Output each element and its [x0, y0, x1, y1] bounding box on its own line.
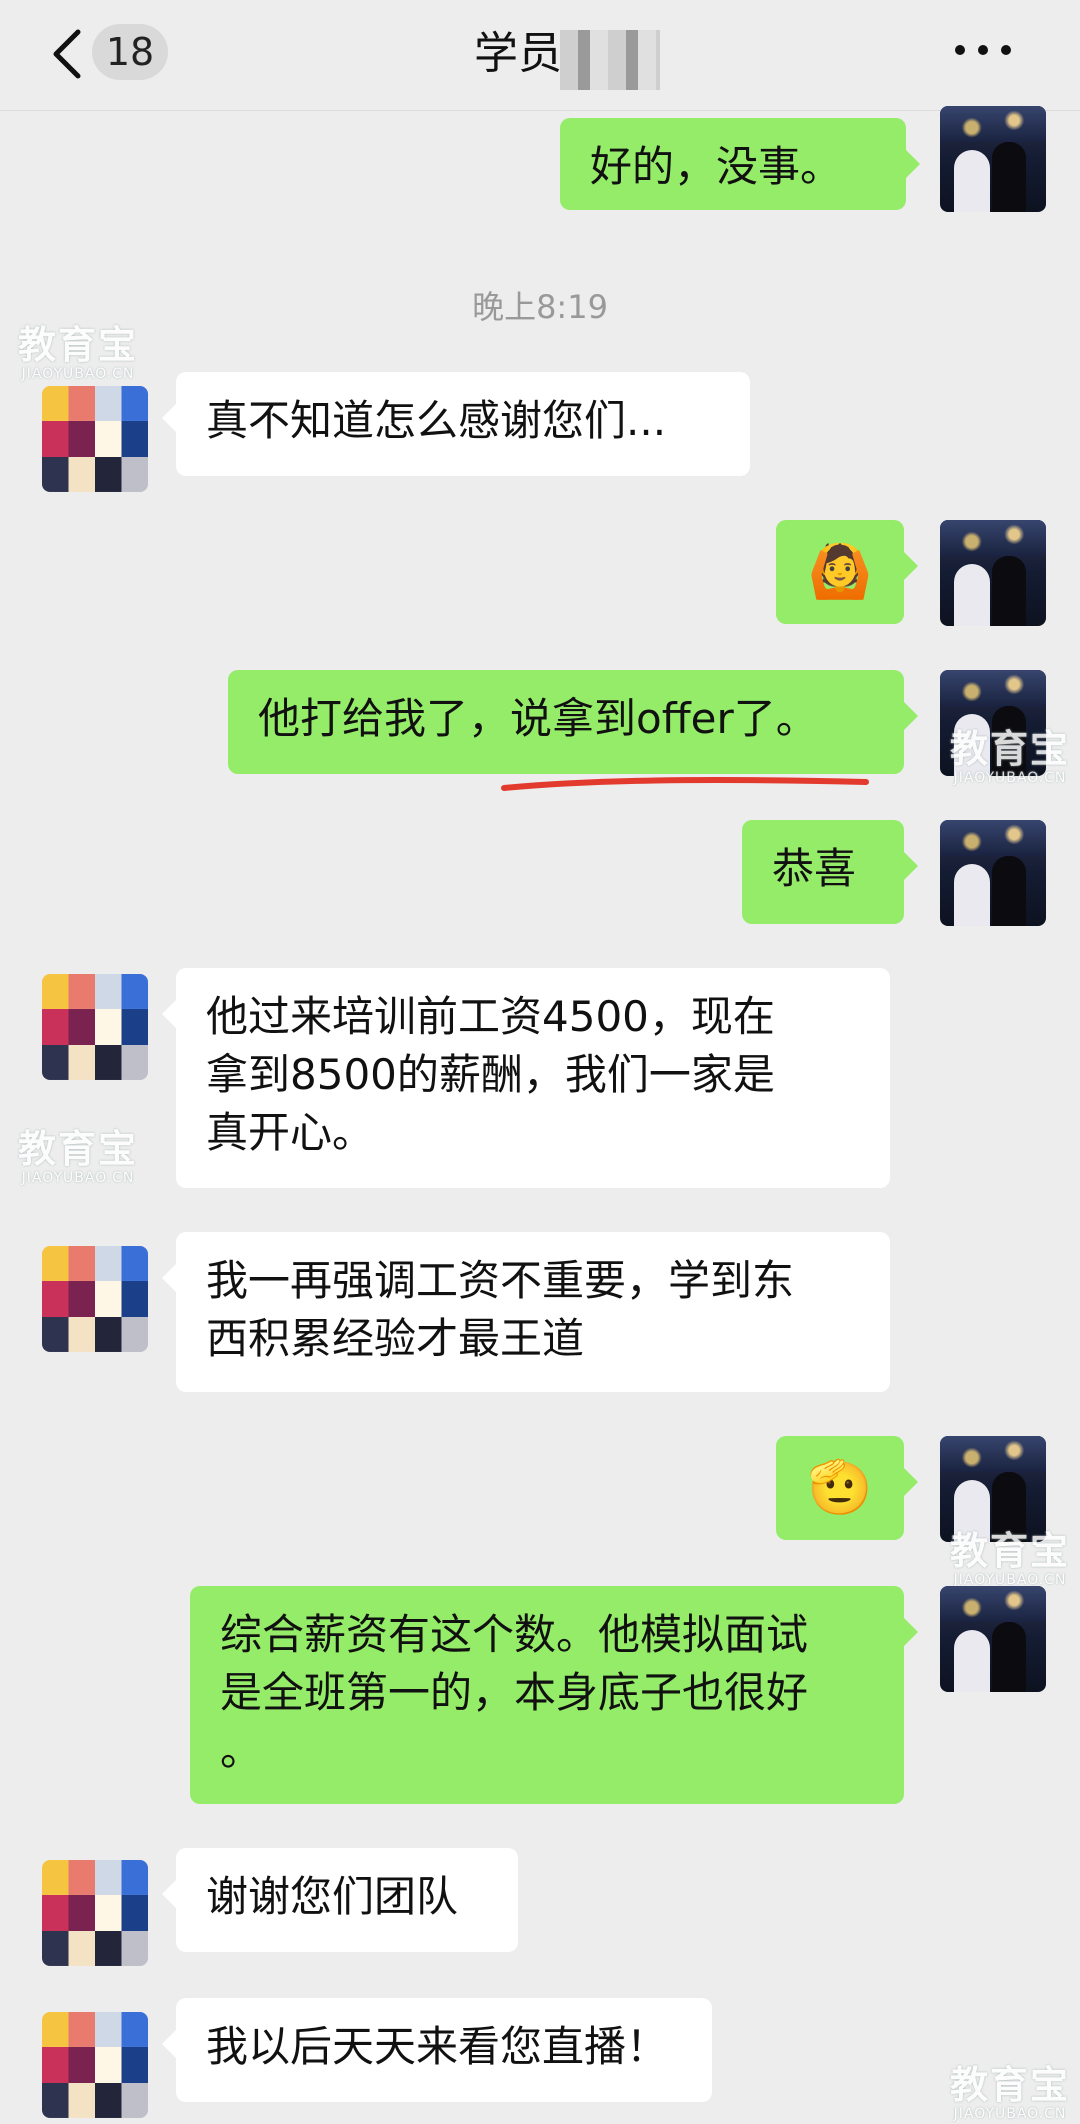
message-bubble-incoming[interactable]: 谢谢您们团队 [162, 1848, 518, 1952]
avatar-self[interactable] [940, 106, 1046, 212]
watermark-subtext: JIAOYUBAO.CN [21, 1170, 135, 1186]
watermark-text: 教育宝 [950, 2063, 1071, 2107]
avatar-contact[interactable] [42, 1246, 148, 1352]
avatar-contact[interactable] [42, 386, 148, 492]
avatar-self[interactable] [940, 820, 1046, 926]
watermark-logo: 教育宝 JIAOYUBAO.CN [950, 728, 1070, 786]
avatar-contact[interactable] [42, 974, 148, 1080]
watermark-subtext: JIAOYUBAO.CN [953, 2106, 1067, 2122]
avatar-self[interactable] [940, 1586, 1046, 1692]
message-bubble-outgoing[interactable]: 他打给我了，说拿到offer了。 [228, 670, 918, 774]
watermark-text: 教育宝 [18, 1127, 139, 1171]
message-bubble-outgoing[interactable]: 恭喜 [742, 820, 918, 924]
more-options-icon[interactable] [952, 40, 1014, 60]
watermark-logo: 教育宝 JIAOYUBAO.CN [950, 2064, 1070, 2122]
avatar-contact[interactable] [42, 1860, 148, 1966]
name-mosaic-mask [560, 30, 660, 90]
chat-title: 学员黄 [474, 28, 606, 79]
message-bubble-incoming[interactable]: 真不知道怎么感谢您们... [162, 372, 750, 476]
watermark-logo: 教育宝 JIAOYUBAO.CN [18, 324, 138, 382]
message-bubble-incoming[interactable]: 他过来培训前工资4500，现在 拿到8500的薪酬，我们一家是 真开心。 [162, 968, 890, 1188]
watermark-text: 教育宝 [950, 727, 1071, 771]
avatar-self[interactable] [940, 1436, 1046, 1542]
message-bubble-outgoing[interactable]: 好的，没事。 [560, 118, 920, 210]
watermark-logo: 教育宝 JIAOYUBAO.CN [950, 1530, 1070, 1588]
watermark-subtext: JIAOYUBAO.CN [953, 770, 1067, 786]
message-bubble-incoming[interactable]: 我以后天天来看您直播！ [162, 1998, 712, 2102]
message-timestamp: 晚上8:19 [472, 288, 608, 326]
chat-header: 18 学员黄 [0, 0, 1080, 111]
message-bubble-outgoing[interactable]: 综合薪资有这个数。他模拟面试 是全班第一的，本身底子也很好 。 [190, 1586, 918, 1804]
message-bubble-incoming[interactable]: 我一再强调工资不重要，学到东 西积累经验才最王道 [162, 1232, 890, 1392]
red-highlight-underline [501, 777, 869, 791]
emoji-bubble-saluting[interactable]: 🫡 [776, 1436, 918, 1540]
watermark-logo: 教育宝 JIAOYUBAO.CN [18, 1128, 138, 1186]
watermark-subtext: JIAOYUBAO.CN [21, 366, 135, 382]
avatar-self[interactable] [940, 520, 1046, 626]
watermark-text: 教育宝 [18, 323, 139, 367]
watermark-text: 教育宝 [950, 1529, 1071, 1573]
avatar-contact[interactable] [42, 2012, 148, 2118]
emoji-bubble-person-gesture[interactable]: 🙆 [776, 520, 918, 624]
